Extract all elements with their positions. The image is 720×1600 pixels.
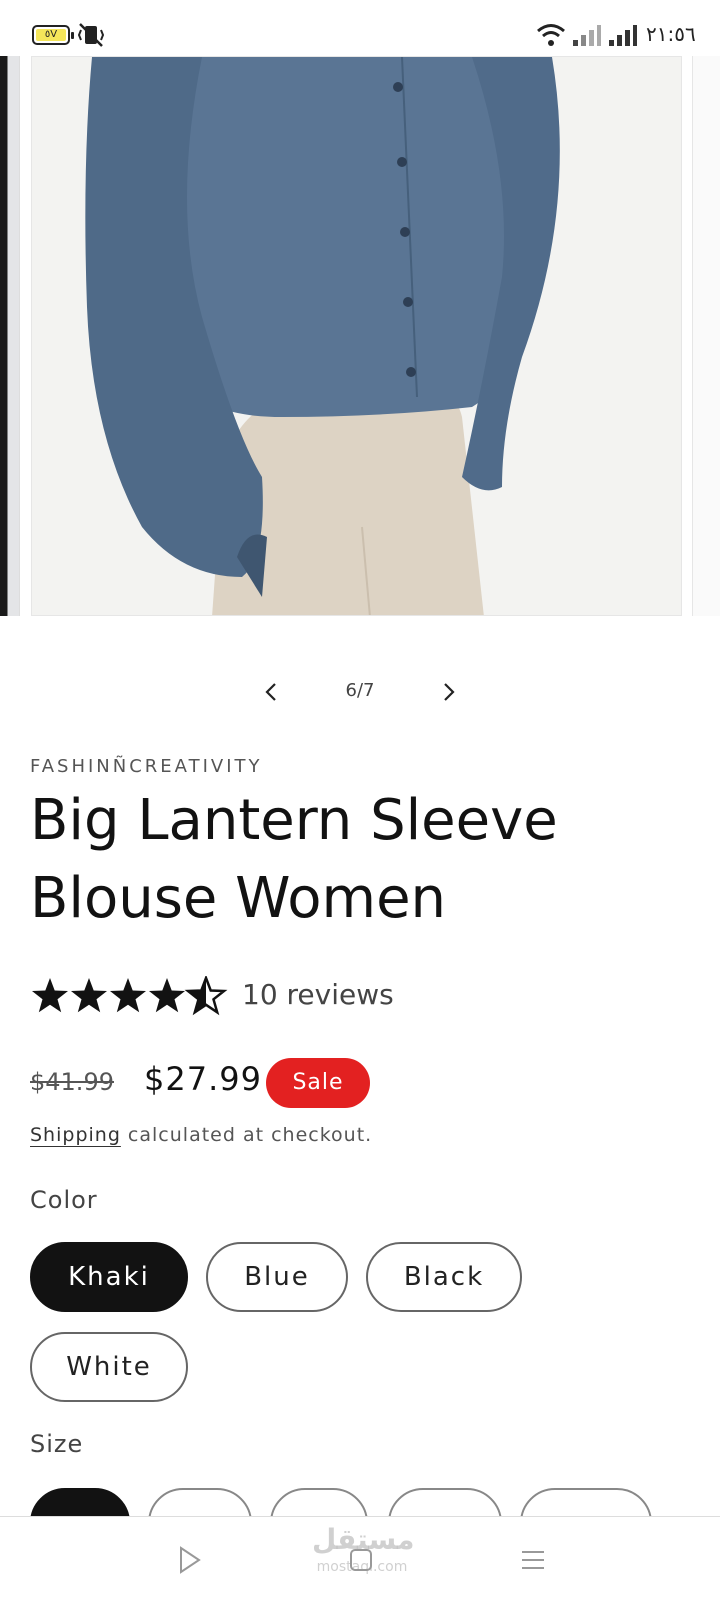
previous-slide-peek[interactable] (0, 56, 20, 616)
blouse-photo (32, 57, 681, 615)
wifi-icon (537, 24, 565, 46)
vibrate-mute-icon (77, 23, 105, 47)
star-icon (71, 978, 107, 1013)
star-icon (32, 978, 68, 1013)
battery-icon: ٥V (32, 25, 74, 45)
rating-stars (32, 976, 226, 1014)
product-gallery[interactable] (0, 56, 720, 616)
star-icon (149, 978, 185, 1013)
chevron-right-icon[interactable] (434, 678, 462, 706)
color-option-white[interactable]: White (30, 1332, 188, 1402)
battery-level: ٥V (36, 29, 66, 41)
price-row: $41.99 $27.99 Sale (30, 1058, 690, 1110)
size-label: Size (30, 1430, 84, 1458)
chevron-left-icon[interactable] (258, 678, 286, 706)
shipping-link[interactable]: Shipping (30, 1124, 121, 1146)
star-icon (110, 978, 146, 1013)
review-count[interactable]: 10 reviews (242, 978, 394, 1011)
sale-price: $27.99 (144, 1060, 262, 1098)
slider-controls: 6/7 (0, 672, 720, 712)
product-title: Big Lantern Sleeve Blouse Women (30, 788, 558, 931)
product-image[interactable] (31, 56, 682, 616)
signal-icon (609, 25, 637, 46)
product-vendor: FASHINÑCREATIVITY (30, 756, 263, 777)
slide-counter: 6/7 (345, 680, 375, 701)
half-star-icon (186, 976, 226, 1014)
status-time: ٢١:٥٦ (646, 22, 696, 46)
recent-apps-menu-icon[interactable] (518, 1545, 548, 1575)
system-navigation-bar: مستقل mostaql.com (0, 1516, 720, 1600)
status-bar: ٥V ٢١:٥٦ (0, 0, 720, 56)
color-option-black[interactable]: Black (366, 1242, 522, 1312)
home-square-icon[interactable] (346, 1545, 376, 1575)
regular-price: $41.99 (30, 1068, 114, 1096)
signal-icon (573, 25, 601, 46)
color-option-blue[interactable]: Blue (206, 1242, 348, 1312)
shipping-note: Shipping calculated at checkout. (30, 1124, 372, 1146)
color-option-khaki[interactable]: Khaki (30, 1242, 188, 1312)
sale-badge: Sale (266, 1058, 370, 1108)
next-slide-peek[interactable] (692, 56, 720, 616)
shipping-text: calculated at checkout. (120, 1124, 373, 1146)
back-triangle-icon[interactable] (174, 1545, 204, 1575)
color-label: Color (30, 1186, 98, 1214)
